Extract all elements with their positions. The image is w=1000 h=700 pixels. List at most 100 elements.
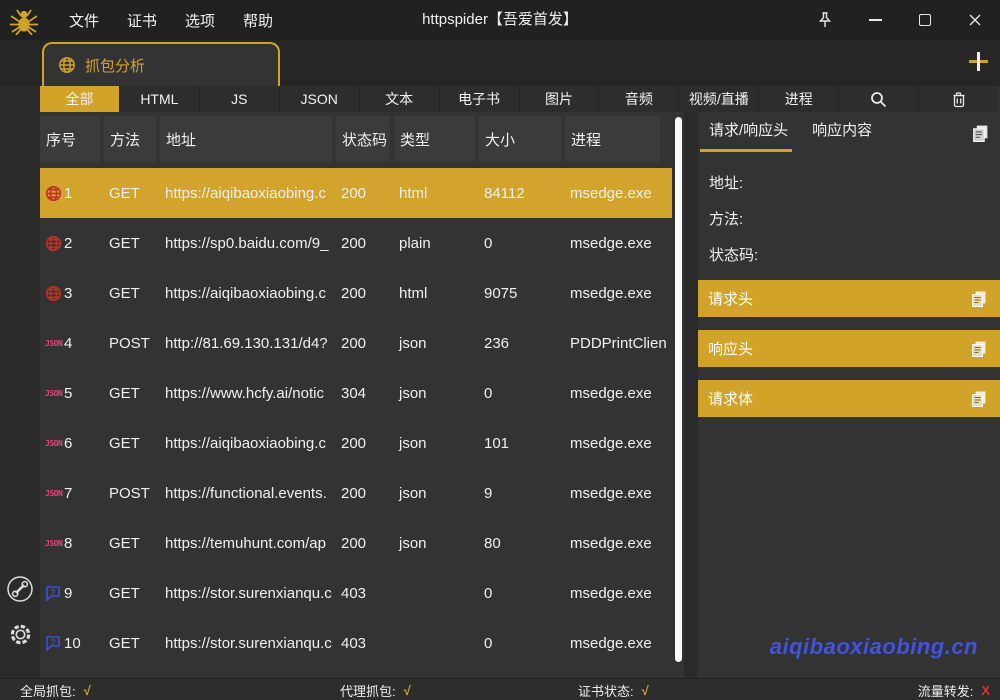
detail-section-button[interactable]: 响应头 [698, 330, 1000, 367]
table-row[interactable]: JSON 7 POST https://functional.events. 2… [40, 468, 672, 518]
filter-tab[interactable]: JSON [280, 86, 360, 112]
row-type-icon: JSON [45, 538, 63, 548]
row-size: 0 [484, 234, 493, 252]
filter-tab[interactable]: 电子书 [440, 86, 520, 112]
globe-icon [59, 57, 75, 73]
filter-tab[interactable]: 音频 [599, 86, 680, 112]
status-item: 代理抓包: √ [340, 679, 411, 700]
copy-icon [973, 125, 988, 142]
row-process: msedge.exe [570, 284, 652, 302]
table-row[interactable]: JSON 5 GET https://www.hcfy.ai/notic 304… [40, 368, 672, 418]
row-number: 8 [64, 534, 73, 552]
detail-section-button[interactable]: 请求体 [698, 380, 1000, 417]
row-status: 200 [341, 234, 367, 252]
column-header[interactable]: 类型 [394, 116, 475, 162]
close-button[interactable] [950, 0, 1000, 40]
filter-tab[interactable]: 进程 [759, 86, 840, 112]
copy-button[interactable] [971, 390, 987, 411]
table-row[interactable]: JSON 4 POST http://81.69.130.131/d4? 200… [40, 318, 672, 368]
pin-button[interactable] [800, 0, 850, 40]
row-size: 236 [484, 334, 510, 352]
copy-button[interactable] [971, 290, 987, 311]
row-size: 80 [484, 534, 501, 552]
search-icon [871, 91, 887, 107]
table-row[interactable]: 3 GET https://aiqibaoxiaobing.c 200 html… [40, 268, 672, 318]
filter-tab[interactable]: 文本 [360, 86, 440, 112]
column-header[interactable]: 进程 [565, 116, 660, 162]
svg-text:?: ? [51, 588, 56, 597]
row-type: json [399, 384, 427, 402]
row-type-icon: JSON [45, 338, 63, 348]
status-item: 全局抓包: √ [20, 679, 91, 700]
table-row[interactable]: ? 9 GET https://stor.surenxianqu.c 403 0… [40, 568, 672, 618]
table-row[interactable]: JSON 6 GET https://aiqibaoxiaobing.c 200… [40, 418, 672, 468]
row-method: GET [109, 534, 140, 552]
menubar-item[interactable]: 证书 [113, 10, 171, 31]
column-header[interactable]: 状态码 [336, 116, 390, 162]
status-item: 证书状态: √ [578, 679, 649, 700]
row-type-icon: JSON [45, 438, 63, 448]
detail-bar-label: 请求体 [708, 391, 754, 408]
tab-capture-analysis[interactable]: 抓包分析 [42, 42, 280, 86]
status-value: √ [83, 682, 91, 698]
row-size: 0 [484, 634, 493, 652]
copy-button[interactable] [971, 340, 987, 361]
column-header[interactable]: 大小 [479, 116, 561, 162]
column-header[interactable]: 方法 [104, 116, 156, 162]
row-type: plain [399, 234, 431, 252]
add-tab-button[interactable] [969, 52, 988, 71]
tab-response-content[interactable]: 响应内容 [812, 112, 872, 154]
row-type: json [399, 434, 427, 452]
row-process: msedge.exe [570, 384, 652, 402]
menubar-item[interactable]: 帮助 [229, 10, 287, 31]
table-row[interactable]: 2 GET https://sp0.baidu.com/9_ 200 plain… [40, 218, 672, 268]
tools-button[interactable] [5, 574, 35, 604]
row-process: msedge.exe [570, 484, 652, 502]
table-row[interactable]: JSON 8 GET https://temuhunt.com/ap 200 j… [40, 518, 672, 568]
filter-tab[interactable]: 视频/直播 [679, 86, 760, 112]
tab-bar: 抓包分析 [0, 40, 1000, 86]
row-method: GET [109, 234, 140, 252]
maximize-button[interactable] [900, 0, 950, 40]
svg-text:?: ? [51, 638, 56, 647]
status-item: 流量转发: X [918, 679, 990, 700]
menubar-item[interactable]: 选项 [171, 10, 229, 31]
gear-icon [10, 624, 30, 644]
row-size: 9 [484, 484, 493, 502]
table-row[interactable]: ? 10 GET https://stor.surenxianqu.c 403 … [40, 618, 672, 668]
spider-logo-icon [7, 3, 41, 37]
status-label: 流量转发: [917, 683, 974, 699]
filter-tab[interactable]: JS [200, 86, 280, 112]
detail-fields: 地址: 方法: 状态码: [709, 164, 1000, 272]
search-button[interactable] [839, 86, 920, 112]
row-status: 403 [341, 584, 367, 602]
row-method: GET [109, 184, 140, 202]
filter-tab[interactable]: HTML [120, 86, 200, 112]
row-process: msedge.exe [570, 434, 652, 452]
vertical-scrollbar[interactable] [675, 117, 682, 662]
row-type-icon: ? [45, 635, 64, 651]
tab-request-response-headers[interactable]: 请求/响应头 [699, 112, 793, 154]
row-url: https://aiqibaoxiaobing.c [165, 284, 326, 302]
close-icon [969, 14, 981, 26]
settings-button[interactable] [5, 619, 35, 649]
column-header[interactable]: 序号 [40, 116, 100, 162]
row-url: https://sp0.baidu.com/9_ [165, 234, 329, 252]
row-type: json [399, 484, 427, 502]
table-row[interactable]: 1 GET https://aiqibaoxiaobing.c 200 html… [40, 168, 672, 218]
field-label: 方法: [709, 210, 744, 228]
row-status: 200 [341, 334, 367, 352]
clear-button[interactable] [919, 86, 998, 112]
row-url: http://81.69.130.131/d4? [165, 334, 328, 352]
detail-section-button[interactable]: 请求头 [698, 280, 1000, 317]
menubar-item[interactable]: 文件 [55, 10, 113, 31]
copy-all-button[interactable] [972, 124, 989, 147]
row-size: 84112 [484, 184, 525, 202]
filter-tab[interactable]: 全部 [40, 86, 120, 112]
detail-bar-label: 请求头 [708, 291, 754, 308]
minimize-button[interactable] [850, 0, 900, 40]
row-number: 1 [64, 184, 73, 202]
column-header[interactable]: 地址 [160, 116, 332, 162]
filter-tab[interactable]: 图片 [520, 86, 600, 112]
row-url: https://aiqibaoxiaobing.c [165, 184, 326, 202]
